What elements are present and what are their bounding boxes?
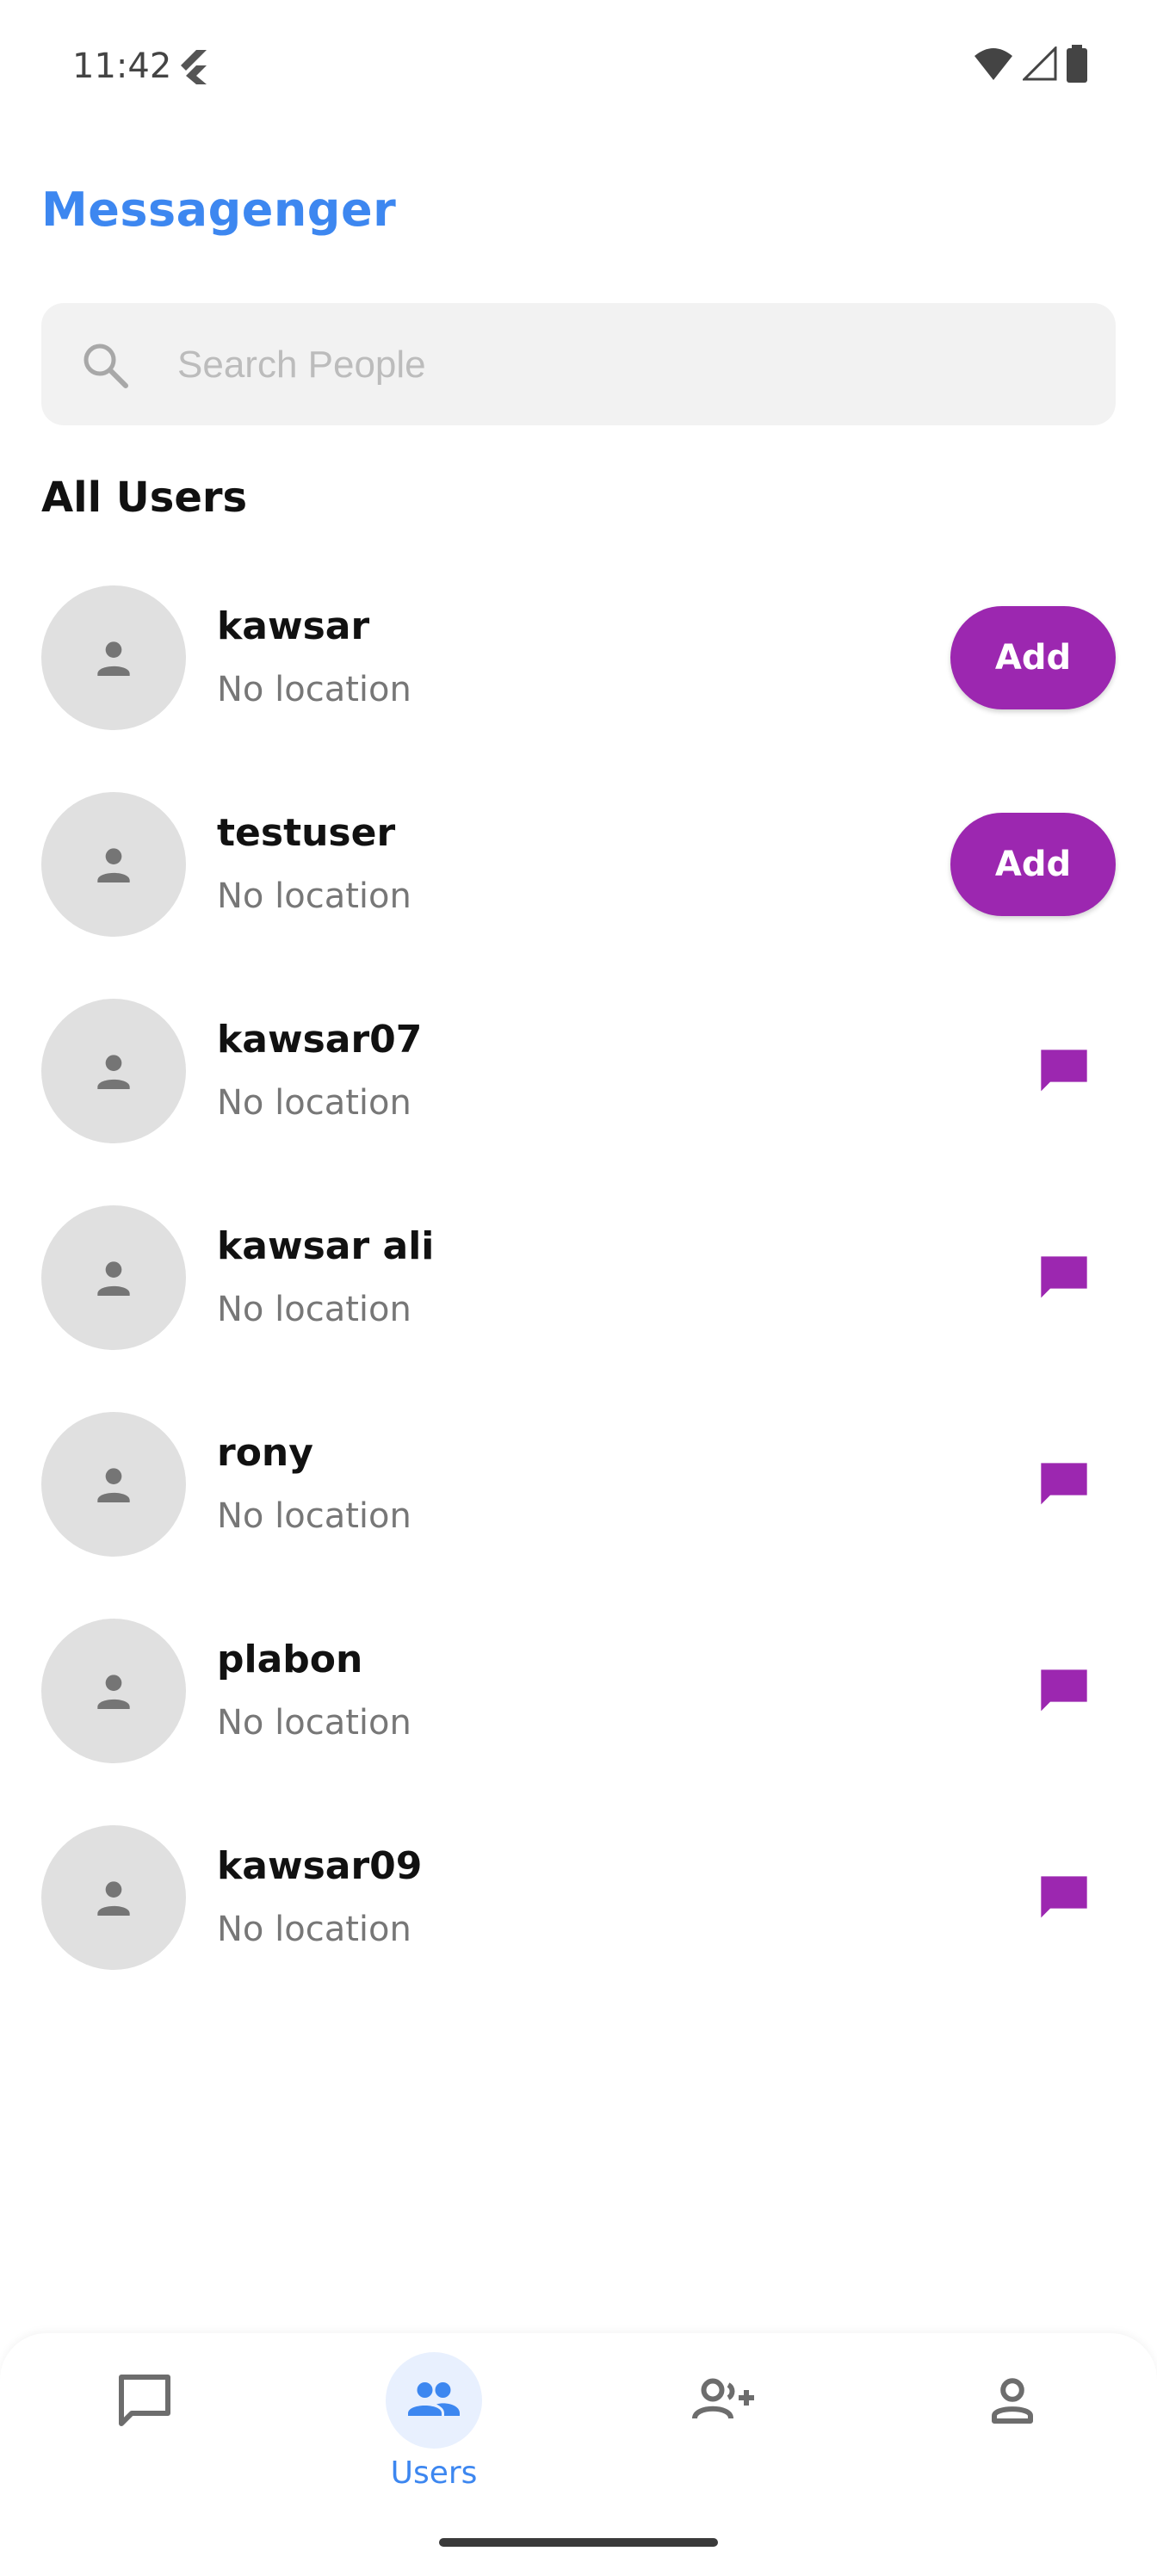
message-button[interactable] [1028, 1863, 1100, 1935]
person-icon [97, 1261, 130, 1296]
person-icon [97, 848, 130, 882]
user-location: No location [217, 1496, 411, 1536]
add-user-icon [692, 2378, 754, 2419]
person-icon [97, 641, 130, 676]
list-item[interactable]: plabon No location [41, 1619, 1116, 1825]
chat-icon [119, 2375, 170, 2426]
home-indicator[interactable] [439, 2538, 718, 2547]
users-icon [408, 2382, 460, 2416]
add-button[interactable]: Add [950, 813, 1116, 916]
user-location: No location [217, 1290, 411, 1329]
list-item[interactable]: kawsar No location Add [41, 585, 1116, 792]
search-icon [84, 344, 128, 388]
status-icons [973, 45, 1088, 83]
user-name: kawsar [217, 604, 370, 648]
message-button[interactable] [1028, 1656, 1100, 1729]
nav-chats[interactable] [0, 2333, 289, 2505]
chat-bubble-icon [1041, 1050, 1087, 1092]
battery-icon [1067, 45, 1087, 83]
person-icon [97, 1055, 130, 1089]
avatar [41, 1825, 186, 1970]
avatar [41, 792, 186, 937]
app-title: Messagenger [41, 183, 397, 237]
user-location: No location [217, 876, 411, 916]
avatar [41, 999, 186, 1143]
search-input[interactable] [176, 303, 1074, 427]
message-button[interactable] [1028, 1243, 1100, 1316]
user-name: plabon [217, 1638, 363, 1681]
list-item[interactable]: kawsar09 No location [41, 1825, 1116, 2032]
chat-bubble-icon [1041, 1876, 1087, 1918]
person-icon [97, 1675, 130, 1709]
search-box[interactable] [41, 303, 1116, 427]
nav-icon-container [675, 2352, 771, 2449]
list-item[interactable]: testuser No location Add [41, 792, 1116, 999]
signal-icon [1023, 46, 1057, 81]
user-location: No location [217, 1083, 411, 1123]
avatar [41, 1619, 186, 1763]
nav-label: Users [390, 2455, 478, 2491]
chat-bubble-icon [1041, 1463, 1087, 1505]
chat-bubble-icon [1041, 1256, 1087, 1298]
user-list: kawsar No location Add testuser No locat… [41, 585, 1116, 2032]
message-button[interactable] [1028, 1037, 1100, 1109]
user-name: kawsar09 [217, 1844, 423, 1888]
nav-icon-container [964, 2352, 1061, 2449]
user-location: No location [217, 670, 411, 709]
user-name: kawsar07 [217, 1018, 423, 1062]
avatar [41, 585, 186, 730]
user-name: rony [217, 1431, 313, 1475]
chat-bubble-icon [1041, 1669, 1087, 1712]
user-location: No location [217, 1703, 411, 1743]
nav-icon-container [386, 2352, 482, 2449]
nav-icon-container [96, 2352, 193, 2449]
flutter-icon [181, 50, 207, 84]
person-icon [97, 1881, 130, 1916]
person-icon [97, 1468, 130, 1502]
avatar [41, 1205, 186, 1350]
user-location: No location [217, 1910, 411, 1949]
message-button[interactable] [1028, 1450, 1100, 1522]
nav-profile[interactable] [868, 2333, 1157, 2505]
nav-add-user[interactable] [578, 2333, 868, 2505]
list-item[interactable]: kawsar ali No location [41, 1205, 1116, 1412]
section-title: All Users [41, 474, 248, 522]
profile-icon [992, 2378, 1033, 2424]
user-name: kawsar ali [217, 1224, 435, 1268]
list-item[interactable]: rony No location [41, 1412, 1116, 1619]
add-button[interactable]: Add [950, 606, 1116, 709]
list-item[interactable]: kawsar07 No location [41, 999, 1116, 1205]
nav-users[interactable]: Users [289, 2333, 578, 2505]
wifi-icon [974, 48, 1012, 80]
user-name: testuser [217, 811, 396, 855]
avatar [41, 1412, 186, 1557]
status-bar: 11:42 [0, 0, 1157, 138]
status-time: 11:42 [72, 46, 172, 86]
